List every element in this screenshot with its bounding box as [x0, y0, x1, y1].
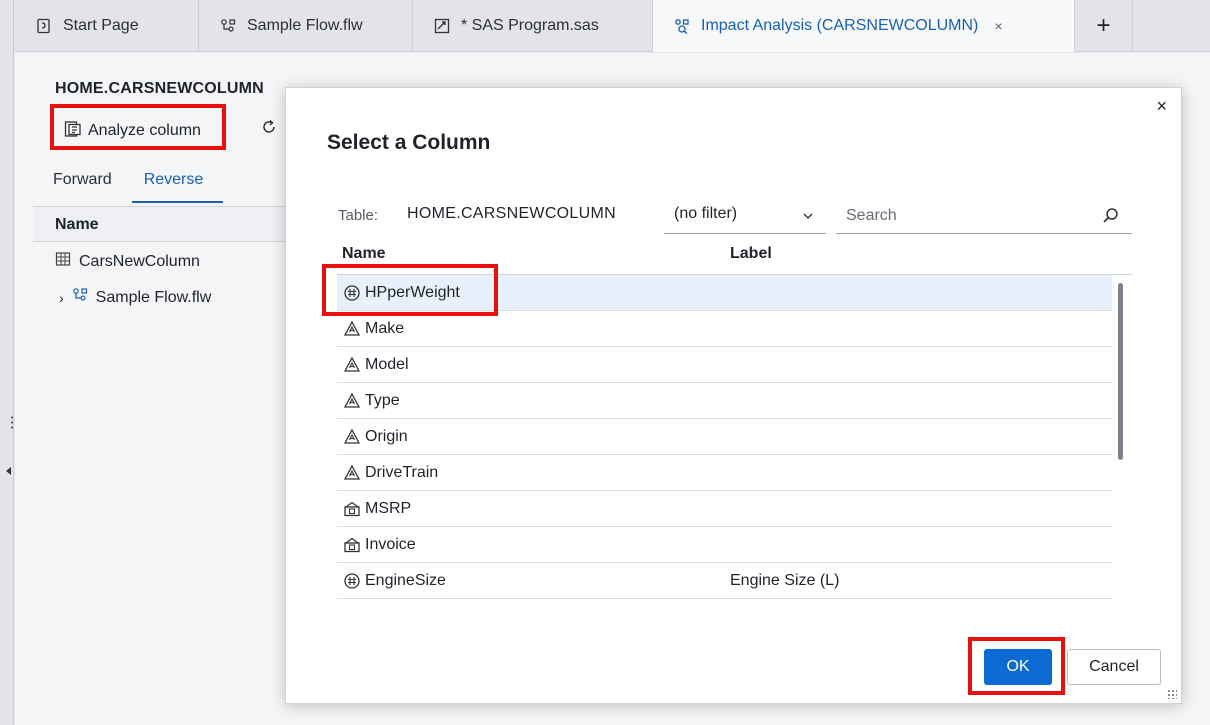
tab-impact-analysis[interactable]: Impact Analysis (CARSNEWCOLUMN) ×	[653, 0, 1075, 52]
list-item[interactable]: Type	[337, 383, 1112, 419]
close-icon[interactable]: ×	[1156, 96, 1167, 117]
impact-analysis-icon	[673, 17, 691, 35]
table-icon	[55, 251, 71, 272]
column-name: HPperWeight	[365, 284, 460, 301]
numeric-type-icon	[343, 284, 361, 302]
tab-label: * SAS Program.sas	[461, 17, 599, 34]
direction-tabs: Forward Reverse	[53, 165, 224, 203]
resize-grip-icon[interactable]	[1167, 689, 1177, 699]
flow-icon	[219, 17, 237, 35]
list-item[interactable]: Model	[337, 347, 1112, 383]
select-column-dialog: × Select a Column Table: HOME.CARSNEWCOL…	[285, 87, 1182, 704]
page-title: HOME.CARSNEWCOLUMN	[55, 80, 264, 97]
list-item[interactable]: EngineSize Engine Size (L)	[337, 563, 1112, 599]
column-name: EngineSize	[365, 572, 446, 589]
collapse-arrow-icon[interactable]	[6, 467, 11, 475]
column-name: Invoice	[365, 536, 416, 553]
character-type-icon	[343, 356, 361, 374]
character-type-icon	[343, 320, 361, 338]
tab-sample-flow[interactable]: Sample Flow.flw	[199, 0, 413, 52]
label-column-header[interactable]: Label	[730, 245, 772, 263]
table-name: HOME.CARSNEWCOLUMN	[407, 205, 616, 222]
tree-item[interactable]: › Sample Flow.flw	[59, 287, 211, 308]
column-list-header: Name Label	[337, 243, 1132, 275]
filter-value: (no filter)	[674, 205, 738, 222]
list-item[interactable]: Origin	[337, 419, 1112, 455]
tab-sas-program[interactable]: * SAS Program.sas	[413, 0, 653, 52]
analyze-column-icon	[64, 120, 82, 143]
filter-dropdown[interactable]: (no filter)	[664, 201, 826, 234]
start-page-icon	[35, 17, 53, 35]
column-name: MSRP	[365, 500, 412, 517]
character-type-icon	[343, 464, 361, 482]
currency-type-icon	[343, 500, 361, 518]
tree-item[interactable]: CarsNewColumn	[55, 251, 200, 272]
column-name: DriveTrain	[365, 464, 439, 481]
tree-column-header[interactable]: Name	[33, 206, 293, 242]
search-input[interactable]	[836, 201, 1132, 234]
character-type-icon	[343, 392, 361, 410]
list-item[interactable]: Invoice	[337, 527, 1112, 563]
tab-label: Impact Analysis (CARSNEWCOLUMN)	[701, 17, 979, 34]
close-icon[interactable]: ×	[994, 18, 1002, 34]
tab-reverse[interactable]: Reverse	[131, 165, 224, 203]
column-name: Type	[365, 392, 400, 409]
list-item[interactable]: DriveTrain	[337, 455, 1112, 491]
sas-program-icon	[433, 17, 451, 35]
analyze-column-label: Analyze column	[88, 122, 201, 139]
column-list: HPperWeight Make Model Type Origin Drive…	[337, 275, 1112, 599]
refresh-icon[interactable]	[261, 119, 277, 140]
search-icon[interactable]	[1101, 206, 1121, 226]
add-tab-button[interactable]: +	[1075, 0, 1133, 52]
tab-start-page[interactable]: Start Page	[15, 0, 199, 52]
analyze-column-button[interactable]: Analyze column	[56, 116, 209, 146]
tab-label: Sample Flow.flw	[247, 17, 363, 34]
flow-icon	[72, 287, 88, 308]
tab-strip: Start Page Sample Flow.flw * SAS Program…	[15, 0, 1210, 52]
list-item[interactable]: HPperWeight	[337, 275, 1112, 311]
tree-item-label: CarsNewColumn	[79, 252, 200, 270]
left-rail	[0, 0, 14, 725]
drag-handle-icon[interactable]	[11, 415, 13, 429]
tab-forward[interactable]: Forward	[53, 165, 132, 203]
character-type-icon	[343, 428, 361, 446]
column-name: Make	[365, 320, 405, 337]
tab-label: Start Page	[63, 17, 139, 34]
name-column-header[interactable]: Name	[342, 245, 386, 263]
column-name: Origin	[365, 428, 408, 445]
ok-button[interactable]: OK	[984, 649, 1052, 685]
scrollbar[interactable]	[1118, 283, 1123, 460]
tree-item-label: Sample Flow.flw	[95, 288, 212, 306]
numeric-type-icon	[343, 572, 361, 590]
currency-type-icon	[343, 536, 361, 554]
column-label: Engine Size (L)	[730, 572, 840, 589]
cancel-button[interactable]: Cancel	[1067, 649, 1161, 685]
dialog-title: Select a Column	[327, 131, 491, 154]
chevron-down-icon	[802, 205, 814, 233]
list-item[interactable]: Make	[337, 311, 1112, 347]
column-name: Model	[365, 356, 409, 373]
table-field-label: Table:	[338, 207, 379, 224]
expand-chevron-icon[interactable]: ›	[59, 290, 64, 306]
list-item[interactable]: MSRP	[337, 491, 1112, 527]
